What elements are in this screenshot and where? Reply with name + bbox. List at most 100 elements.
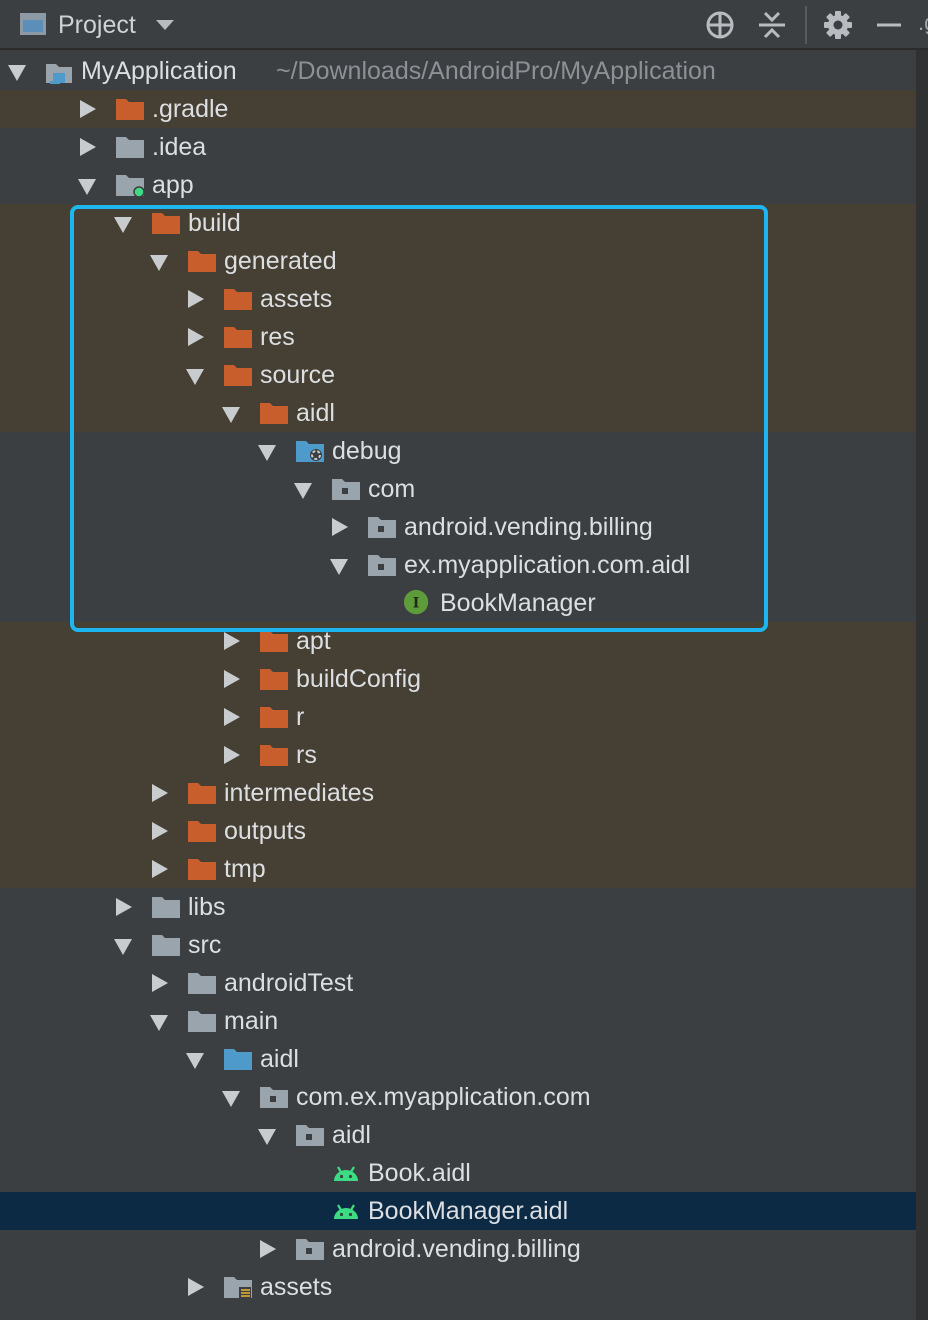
expand-arrow-icon[interactable] — [330, 546, 350, 584]
tree-item-label: outputs — [224, 817, 307, 845]
tree-item-label: android.vending.billing — [404, 513, 653, 541]
expand-arrow-icon[interactable] — [186, 1040, 206, 1078]
excluded-folder-icon — [260, 745, 288, 766]
collapsed-arrow-icon[interactable] — [150, 812, 170, 850]
tree-row[interactable]: aidl — [0, 1116, 916, 1154]
tree-row[interactable]: src — [0, 926, 916, 964]
tree-row[interactable]: libs — [0, 888, 916, 926]
folder-icon — [116, 137, 144, 158]
expand-arrow-icon[interactable] — [258, 1116, 278, 1154]
tree-row[interactable]: aidl — [0, 394, 916, 432]
tree-row[interactable]: apt — [0, 622, 916, 660]
excluded-folder-icon — [188, 821, 216, 842]
tree-row[interactable]: generated — [0, 242, 916, 280]
collapsed-arrow-icon[interactable] — [150, 774, 170, 812]
gear-icon[interactable] — [821, 8, 855, 42]
expand-arrow-icon[interactable] — [186, 356, 206, 394]
excluded-folder-icon — [260, 669, 288, 690]
collapsed-arrow-icon[interactable] — [150, 964, 170, 1002]
tree-item-label: rs — [296, 741, 317, 769]
expand-arrow-icon[interactable] — [222, 394, 242, 432]
tree-row[interactable]: app — [0, 166, 916, 204]
expand-arrow-icon[interactable] — [78, 166, 98, 204]
excluded-folder-icon — [260, 707, 288, 728]
expand-arrow-icon[interactable] — [150, 242, 170, 280]
collapsed-arrow-icon[interactable] — [114, 888, 134, 926]
folder-icon — [188, 1011, 216, 1032]
project-root-icon — [46, 64, 72, 84]
module-icon — [116, 175, 145, 197]
expand-arrow-icon[interactable] — [294, 470, 314, 508]
chevron-down-icon[interactable] — [156, 20, 174, 30]
package-icon — [260, 1087, 288, 1108]
tree-row[interactable]: r — [0, 698, 916, 736]
tree-row[interactable]: .idea — [0, 128, 916, 166]
tree-row[interactable]: com — [0, 470, 916, 508]
tree-item-label: android.vending.billing — [332, 1235, 581, 1263]
tree-row[interactable]: assets — [0, 280, 916, 318]
tree-item-label: intermediates — [224, 779, 375, 807]
minimize-icon[interactable] — [873, 8, 907, 42]
tree-row[interactable]: .gradle — [0, 90, 916, 128]
android-file-icon — [334, 1204, 358, 1219]
collapsed-arrow-icon[interactable] — [222, 736, 242, 774]
tree-row[interactable]: assets — [0, 1268, 916, 1306]
collapsed-arrow-icon[interactable] — [150, 850, 170, 888]
tree-row[interactable]: androidTest — [0, 964, 916, 1002]
crosshair-icon[interactable] — [703, 8, 737, 42]
view-selector-label[interactable]: Project — [58, 10, 136, 40]
tree-root-row[interactable]: MyApplication ~/Downloads/AndroidPro/MyA… — [0, 52, 916, 90]
tree-row[interactable]: android.vending.billing — [0, 1230, 916, 1268]
collapsed-arrow-icon[interactable] — [222, 698, 242, 736]
collapsed-arrow-icon[interactable] — [78, 128, 98, 166]
tree-row[interactable]: BookManager.aidl — [0, 1192, 916, 1230]
tree-item-label: app — [152, 171, 194, 199]
collapsed-arrow-icon[interactable] — [186, 318, 206, 356]
tree-item-label: build — [188, 209, 241, 237]
resources-folder-icon — [224, 1277, 252, 1298]
expand-arrow-icon[interactable] — [114, 204, 134, 242]
tree-item-label: androidTest — [224, 969, 354, 997]
package-icon — [332, 479, 360, 500]
tree-row[interactable]: aidl — [0, 1040, 916, 1078]
scrollbar-gutter[interactable] — [916, 50, 928, 1320]
tree-row[interactable]: outputs — [0, 812, 916, 850]
tree-item-label: apt — [296, 627, 331, 655]
tree-row[interactable]: main — [0, 1002, 916, 1040]
toolbar-separator — [805, 6, 807, 44]
expand-arrow-icon[interactable] — [150, 1002, 170, 1040]
collapsed-arrow-icon[interactable] — [258, 1230, 278, 1268]
project-name: MyApplication — [81, 57, 237, 85]
excluded-folder-icon — [152, 213, 180, 234]
tree-row[interactable]: rs — [0, 736, 916, 774]
tree-row[interactable]: I BookManager — [0, 584, 916, 622]
tree-row[interactable]: intermediates — [0, 774, 916, 812]
tree-item-label: r — [296, 703, 305, 731]
expand-arrow-icon[interactable] — [114, 926, 134, 964]
tree-row[interactable]: tmp — [0, 850, 916, 888]
project-tool-window: Project .g — [0, 0, 928, 1320]
folder-icon — [152, 935, 180, 956]
tree-row[interactable]: com.ex.myapplication.com — [0, 1078, 916, 1116]
collapsed-arrow-icon[interactable] — [222, 660, 242, 698]
collapsed-arrow-icon[interactable] — [222, 622, 242, 660]
expand-arrow-icon[interactable] — [8, 52, 28, 90]
expand-arrow-icon[interactable] — [258, 432, 278, 470]
tree-row[interactable]: android.vending.billing — [0, 508, 916, 546]
collapsed-arrow-icon[interactable] — [78, 90, 98, 128]
collapsed-arrow-icon[interactable] — [330, 508, 350, 546]
tree-row[interactable]: res — [0, 318, 916, 356]
tree-row[interactable]: build — [0, 204, 916, 242]
tree-row[interactable]: ex.myapplication.com.aidl — [0, 546, 916, 584]
folder-icon — [188, 973, 216, 994]
tree-row[interactable]: Book.aidl — [0, 1154, 916, 1192]
collapsed-arrow-icon[interactable] — [186, 1268, 206, 1306]
tree-row[interactable]: debug — [0, 432, 916, 470]
expand-arrow-icon[interactable] — [222, 1078, 242, 1116]
tree-item-label: debug — [332, 437, 402, 465]
tree-row[interactable]: buildConfig — [0, 660, 916, 698]
collapsed-arrow-icon[interactable] — [186, 280, 206, 318]
tree-item-label: assets — [260, 1273, 333, 1301]
tree-row[interactable]: source — [0, 356, 916, 394]
collapse-all-icon[interactable] — [755, 8, 789, 42]
